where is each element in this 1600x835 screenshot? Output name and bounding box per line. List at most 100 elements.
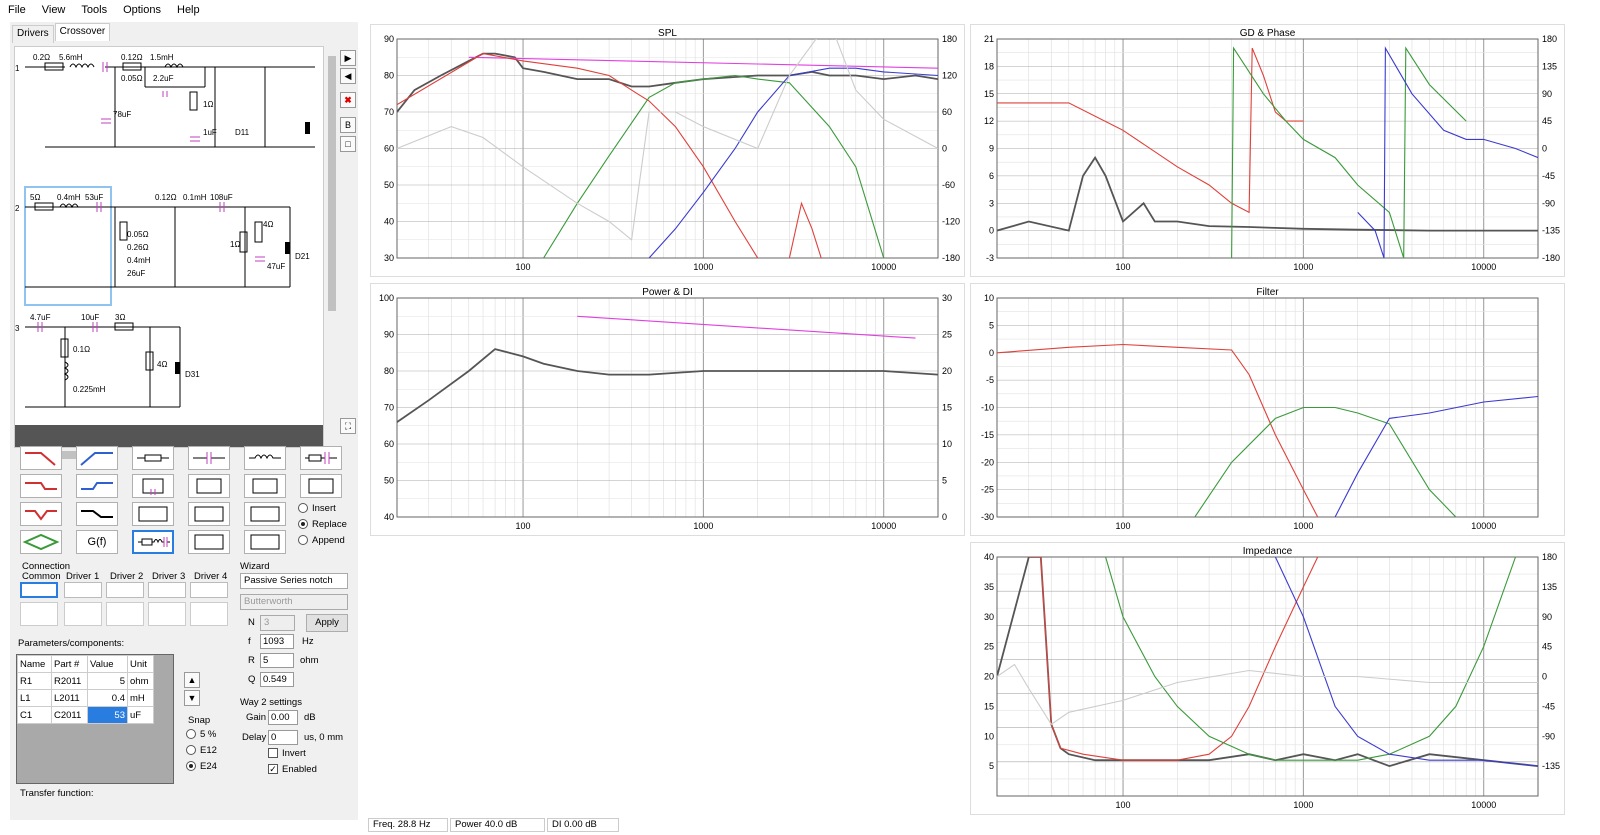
power-di-chart[interactable]: Power & DI 100 90 80 70 60 50 40 30 25 20 15 10 5 0 100… [370, 283, 965, 536]
rlc-parallel-tool[interactable] [300, 474, 342, 498]
table-row[interactable]: L1 L2011 0.4 mH [17, 689, 154, 707]
notch-tool[interactable] [20, 502, 62, 526]
snap-5-radio[interactable]: 5 % [186, 726, 217, 742]
append-radio[interactable]: Append [298, 532, 347, 548]
impedance-chart[interactable]: Impedance 40 35 30 25 20 15 10 5 180 135 90 45 0 -45 -9… [970, 542, 1565, 815]
menu-help[interactable]: Help [169, 4, 208, 16]
snap-e12-radio[interactable]: E12 [186, 742, 217, 758]
tab-drivers[interactable]: Drivers [12, 25, 54, 43]
wizard-type-select[interactable]: Passive Series notch [240, 573, 348, 589]
inductor-tool[interactable] [244, 446, 286, 470]
r-input[interactable]: 5 [260, 653, 294, 668]
gd-phase-chart[interactable]: GD & Phase 21 18 15 12 9 6 3 0 -3 180 135 90 45 0 -45 -9… [970, 24, 1565, 277]
menu-options[interactable]: Options [115, 4, 169, 16]
schematic-canvas[interactable]: 1 2 3 4 0.2Ω 5.6mH 0.12Ω 1.5mH 0.05Ω 2.2… [14, 46, 324, 448]
filter-chart[interactable]: Filter 10 5 0 -5 -10 -15 -20 -25 -30 100 1000 10000 [970, 283, 1565, 536]
rc-parallel-tool[interactable] [132, 474, 174, 498]
series-rc-tool[interactable] [300, 446, 342, 470]
expand-icon[interactable]: ⛶ [340, 418, 356, 434]
conn-tab-driver4[interactable]: Driver 4 [194, 571, 227, 582]
svg-text:53uF: 53uF [85, 193, 103, 202]
bypass-button[interactable]: B [340, 117, 356, 133]
series-notch-tool[interactable] [132, 530, 174, 554]
t-network-tool[interactable] [188, 502, 230, 526]
menu-tools[interactable]: Tools [73, 4, 115, 16]
complex-network-tool[interactable] [244, 530, 286, 554]
conn-driver4-box[interactable] [190, 582, 228, 598]
conn-common-box[interactable] [20, 582, 58, 598]
insert-radio[interactable]: Insert [298, 500, 347, 516]
apply-button[interactable]: Apply [306, 614, 348, 632]
append-radio-dot[interactable] [298, 535, 308, 545]
lowpass-tool[interactable] [20, 446, 62, 470]
n-select[interactable]: 3 [260, 615, 295, 631]
conn-driver2-box[interactable] [106, 582, 144, 598]
parallel-notch-tool[interactable] [188, 530, 230, 554]
y-tick-label: -3 [986, 253, 994, 263]
delete-button[interactable]: ✖ [340, 92, 356, 108]
insert-radio-dot[interactable] [298, 503, 308, 513]
conn-tab-driver3[interactable]: Driver 3 [152, 571, 185, 582]
highpass2-tool[interactable] [76, 474, 118, 498]
box-button[interactable]: □ [340, 136, 356, 152]
svg-text:0.05Ω: 0.05Ω [121, 74, 143, 83]
move-down-icon[interactable]: ▼ [184, 690, 200, 706]
invert-checkbox[interactable]: Invert [268, 748, 306, 759]
lc-parallel-tool[interactable] [244, 474, 286, 498]
bandpass-tool[interactable] [20, 530, 62, 554]
invert-box[interactable] [268, 748, 278, 759]
transfer-function-label: Transfer function: [20, 788, 94, 799]
snap-e12-dot[interactable] [186, 745, 196, 755]
gain-input[interactable]: 0.00 [268, 710, 298, 725]
replace-radio-dot[interactable] [298, 519, 308, 529]
conn-tab-driver1[interactable]: Driver 1 [66, 571, 99, 582]
y2-tick-label: 120 [942, 71, 957, 81]
wizard-alignment-select[interactable]: Butterworth [240, 594, 348, 610]
menu-file[interactable]: File [0, 4, 34, 16]
conn-tab-common[interactable]: Common [22, 571, 61, 582]
move-up-icon[interactable]: ▲ [184, 672, 200, 688]
speaker3-icon[interactable] [148, 602, 186, 626]
snap-e24-radio[interactable]: E24 [186, 758, 217, 774]
lowpass2-tool[interactable] [20, 474, 62, 498]
rl-parallel-tool[interactable] [188, 474, 230, 498]
schematic-vscroll[interactable] [326, 46, 338, 448]
snap-5-dot[interactable] [186, 729, 196, 739]
l-network-tool[interactable] [132, 502, 174, 526]
conn-driver3-box[interactable] [148, 582, 186, 598]
menu-view[interactable]: View [34, 4, 74, 16]
prev-button[interactable]: ◀ [340, 68, 356, 84]
conn-driver1-box[interactable] [64, 582, 102, 598]
conn-tab-driver2[interactable]: Driver 2 [110, 571, 143, 582]
capacitor-tool[interactable] [188, 446, 230, 470]
y-tick-label: -20 [981, 457, 994, 467]
cell-value[interactable]: 0.4 [87, 689, 128, 707]
cell-value[interactable]: 5 [87, 672, 128, 690]
delay-input[interactable]: 0 [268, 730, 298, 745]
replace-radio[interactable]: Replace [298, 516, 347, 532]
next-button[interactable]: ▶ [340, 50, 356, 66]
transfer-function-tool[interactable]: G(f) [76, 530, 118, 554]
vscroll-thumb[interactable] [328, 56, 336, 311]
highpass-tool[interactable] [76, 446, 118, 470]
y-tick-label: 0 [989, 226, 994, 236]
cell-value-selected[interactable]: 53 [87, 706, 128, 724]
resistor-tool[interactable] [132, 446, 174, 470]
ground-icon[interactable] [20, 602, 58, 626]
enabled-checkbox[interactable]: ✓ Enabled [268, 764, 317, 775]
shelf-tool[interactable] [76, 502, 118, 526]
enabled-box[interactable]: ✓ [268, 764, 278, 775]
speaker2-icon[interactable] [106, 602, 144, 626]
speaker1-icon[interactable] [64, 602, 102, 626]
table-row[interactable]: R1 R2011 5 ohm [17, 672, 154, 690]
snap-e24-dot[interactable] [186, 761, 196, 771]
tab-crossover[interactable]: Crossover [54, 23, 111, 41]
speaker4-icon[interactable] [190, 602, 228, 626]
table-row[interactable]: C1 C2011 53 uF [17, 706, 154, 724]
spl-chart[interactable]: SPL 90 80 70 60 50 40 30 180 120 60 0 -60 -120 -180 100… [370, 24, 965, 277]
q-input[interactable]: 0.549 [260, 672, 294, 687]
params-heading: Parameters/components: [18, 638, 125, 649]
y2-tick-label: -90 [1542, 198, 1555, 208]
f-input[interactable]: 1093 [260, 634, 294, 649]
pi-network-tool[interactable] [244, 502, 286, 526]
